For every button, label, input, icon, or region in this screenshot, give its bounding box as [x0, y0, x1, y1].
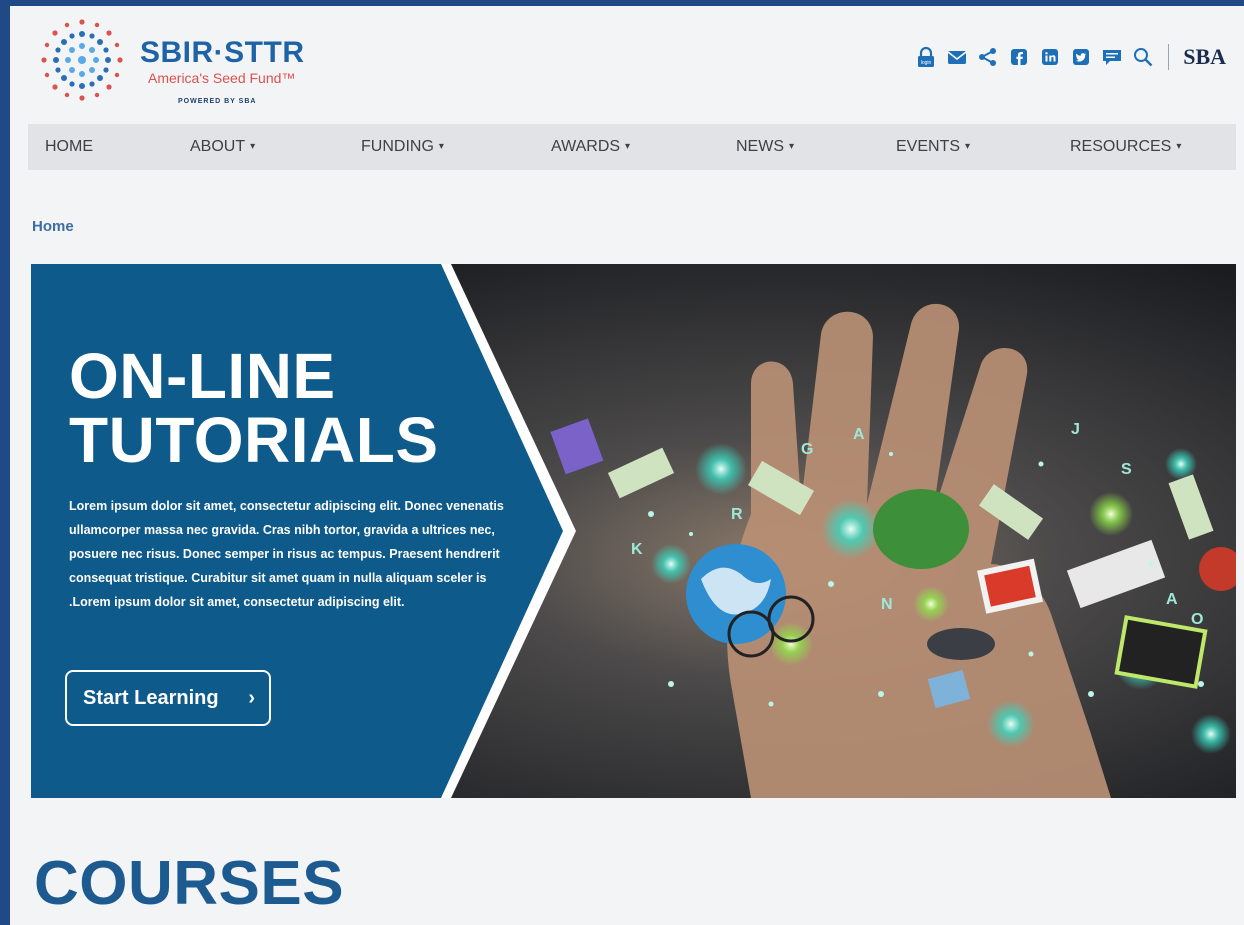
nav-item-label: FUNDING	[361, 138, 434, 156]
header-icon-bar: login SBA	[906, 42, 1226, 72]
chevron-down-icon: ▾	[1176, 141, 1182, 152]
nav-item-about[interactable]: ABOUT ▾	[190, 124, 255, 170]
login-icon-text: login	[921, 60, 932, 66]
nav-item-news[interactable]: NEWS ▾	[736, 124, 794, 170]
chevron-right-icon: ›	[248, 687, 255, 709]
breadcrumb-home[interactable]: Home	[32, 218, 74, 235]
share-icon[interactable]	[977, 46, 999, 68]
logo-title: SBIR·STTR	[140, 36, 305, 69]
nav-item-awards[interactable]: AWARDS ▾	[551, 124, 630, 170]
chevron-down-icon: ▾	[789, 141, 795, 152]
chat-icon[interactable]	[1101, 46, 1123, 68]
svg-text:J: J	[1071, 421, 1080, 438]
facebook-icon[interactable]	[1008, 46, 1030, 68]
chevron-down-icon: ▾	[625, 141, 631, 152]
svg-text:K: K	[631, 541, 643, 558]
nav-item-label: HOME	[45, 138, 93, 155]
nav-item-label: NEWS	[736, 138, 784, 156]
hero-description: Lorem ipsum dolor sit amet, consectetur …	[69, 499, 504, 609]
chevron-down-icon: ▾	[250, 141, 256, 152]
twitter-icon[interactable]	[1070, 46, 1092, 68]
start-learning-button[interactable]: Start Learning ›	[65, 670, 271, 726]
hero-title: ON-LINE TUTORIALS	[69, 340, 439, 476]
login-icon[interactable]: login	[915, 46, 937, 68]
svg-text:A: A	[853, 426, 865, 443]
logo-mark-icon	[41, 19, 123, 101]
nav-item-label: EVENTS	[896, 138, 961, 156]
nav-item-label: ABOUT	[190, 138, 246, 156]
search-icon[interactable]	[1132, 46, 1154, 68]
main-nav: HOME ABOUT ▾ FUNDING ▾ AWARDS ▾ NEWS ▾ EVENT…	[28, 124, 1236, 170]
start-learning-label: Start Learning	[83, 687, 219, 709]
logo-powered-by: POWERED BY SBA	[178, 98, 257, 105]
page: SBIR·STTR America's Seed Fund™ POWERED B…	[10, 6, 1244, 925]
svg-text:G: G	[801, 441, 813, 458]
svg-text:O: O	[1191, 611, 1203, 628]
nav-item-home[interactable]: HOME	[45, 124, 93, 170]
chevron-down-icon: ▾	[438, 141, 444, 152]
chevron-down-icon: ▾	[965, 141, 971, 152]
svg-text:S: S	[1121, 461, 1132, 478]
header-divider	[1168, 44, 1170, 70]
svg-text:N: N	[881, 596, 893, 613]
svg-text:A: A	[1166, 591, 1178, 608]
nav-item-resources[interactable]: RESOURCES ▾	[1070, 124, 1181, 170]
email-icon[interactable]	[946, 46, 968, 68]
nav-item-funding[interactable]: FUNDING ▾	[361, 124, 444, 170]
sbir-sttr-logo[interactable]: SBIR·STTR America's Seed Fund™ POWERED B…	[32, 14, 342, 109]
hero-banner: G A R S A N K O J ON-LINE TUTORIALS Lorem ipsu…	[31, 264, 1236, 798]
sba-logo[interactable]: SBA	[1183, 44, 1226, 70]
linkedin-icon[interactable]	[1039, 46, 1061, 68]
nav-item-events[interactable]: EVENTS ▾	[896, 124, 970, 170]
nav-item-label: RESOURCES	[1070, 138, 1172, 156]
logo-subtitle: America's Seed Fund™	[148, 70, 296, 86]
nav-item-label: AWARDS	[551, 138, 621, 156]
courses-heading: COURSES	[34, 849, 345, 918]
svg-text:R: R	[731, 506, 743, 523]
site-header: SBIR·STTR America's Seed Fund™ POWERED B…	[10, 6, 1244, 116]
